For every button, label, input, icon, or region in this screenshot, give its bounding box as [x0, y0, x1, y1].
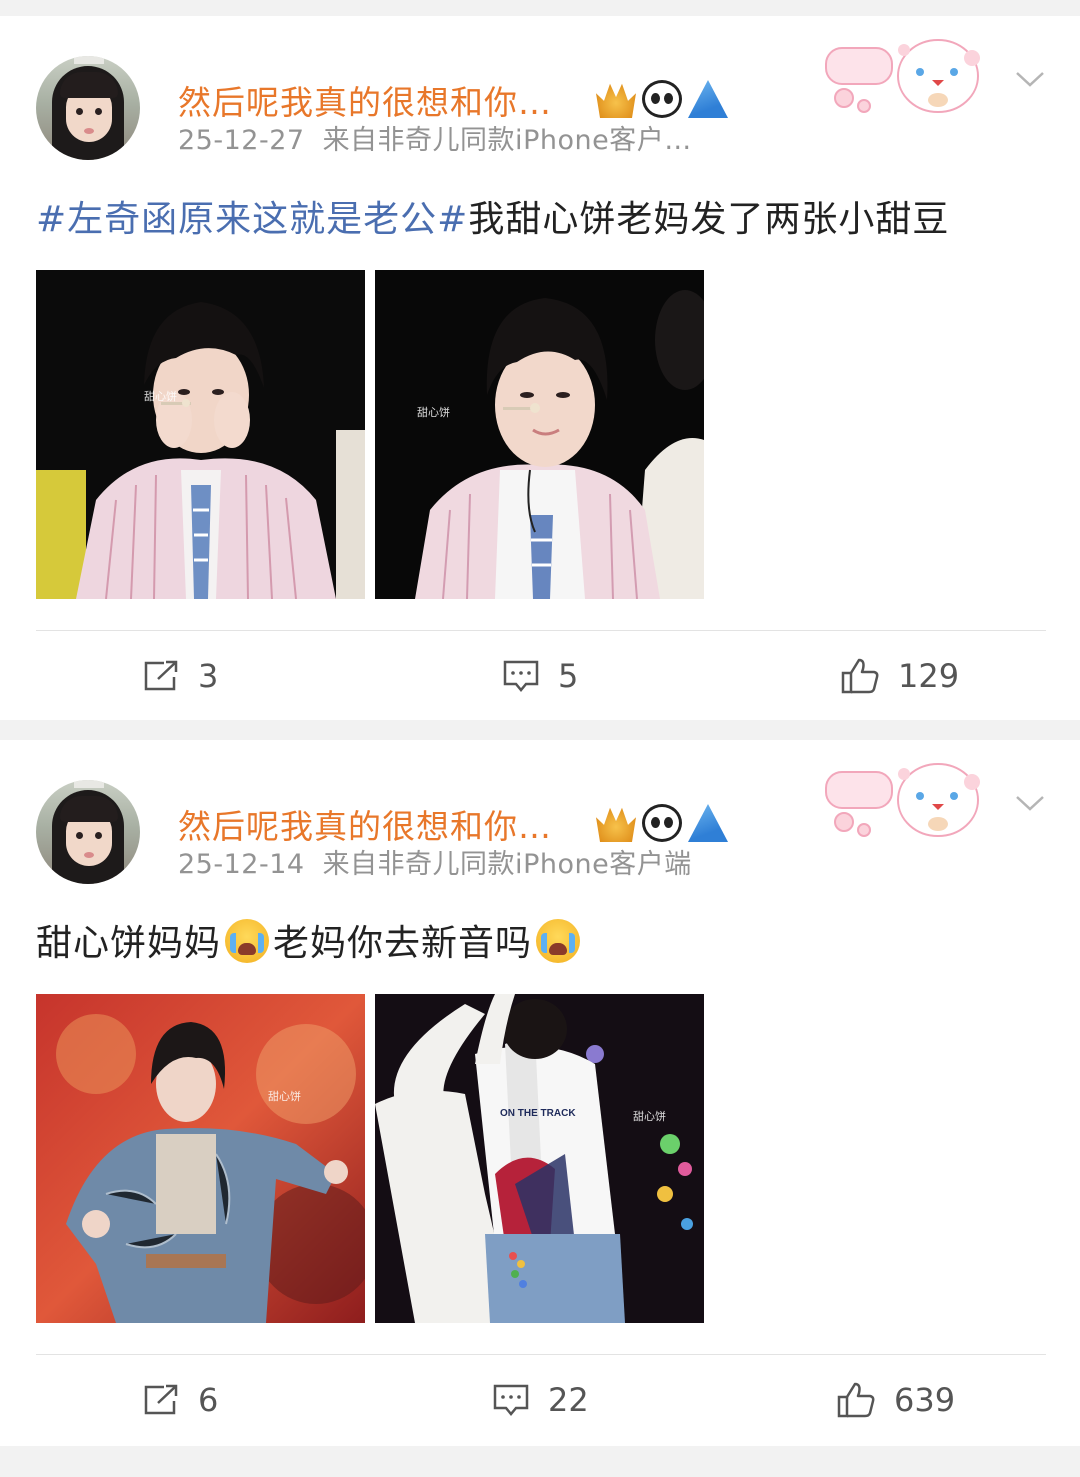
share-icon	[144, 660, 178, 691]
like-button[interactable]: 129	[840, 656, 959, 696]
chevron-down-icon[interactable]	[1014, 792, 1046, 816]
post-source: 来自非奇儿同款iPhone客户…	[322, 125, 692, 156]
post-date: 25-12-27	[178, 125, 305, 156]
comment-icon	[503, 660, 539, 692]
crown-badge-icon[interactable]	[596, 807, 636, 842]
post-meta: 25-12-14 来自非奇儿同款iPhone客户端	[178, 842, 692, 881]
post-body: 我甜心饼老妈发了两张小甜豆	[468, 199, 950, 240]
avatar[interactable]	[36, 56, 140, 160]
comment-count: 22	[548, 1381, 589, 1419]
share-count: 3	[198, 657, 219, 695]
post-meta: 25-12-27 来自非奇儿同款iPhone客户…	[178, 118, 692, 157]
panda-badge-icon[interactable]	[642, 804, 682, 842]
divider	[36, 630, 1046, 631]
post-photo[interactable]: 甜心饼	[36, 270, 365, 599]
decorative-sticker-icon	[825, 39, 980, 113]
decorative-sticker-icon	[825, 763, 980, 837]
comment-icon	[493, 1384, 529, 1416]
post-card: 然后呢我真的很想和你… 25-12-27 来自非奇儿同款iPhone客户… #左奇…	[0, 16, 1080, 720]
post-card: 然后呢我真的很想和你… 25-12-14 来自非奇儿同款iPhone客户端 甜心饼…	[0, 740, 1080, 1446]
share-button[interactable]: 6	[142, 1380, 218, 1420]
like-icon	[841, 658, 879, 694]
user-badges	[596, 804, 728, 842]
share-button[interactable]: 3	[142, 656, 218, 696]
jersey-print-text: ON THE TRACK	[500, 1108, 576, 1119]
panda-badge-icon[interactable]	[642, 80, 682, 118]
like-button[interactable]: 639	[836, 1380, 955, 1420]
post-photo[interactable]: 甜心饼	[375, 270, 704, 599]
post-photo[interactable]: 甜心饼	[36, 994, 365, 1323]
post-body: 老妈你去新音吗	[273, 923, 533, 964]
comment-button[interactable]: 22	[492, 1380, 589, 1420]
user-badges	[596, 80, 728, 118]
like-count: 639	[894, 1381, 956, 1419]
username[interactable]: 然后呢我真的很想和你…	[178, 76, 552, 124]
like-count: 129	[898, 657, 960, 695]
post-body: 甜心饼妈妈	[36, 923, 222, 964]
share-count: 6	[198, 1381, 219, 1419]
divider	[36, 1354, 1046, 1355]
like-icon	[837, 1382, 875, 1418]
crying-emoji-icon	[536, 919, 581, 963]
shark-badge-icon[interactable]	[688, 80, 728, 118]
shark-badge-icon[interactable]	[688, 804, 728, 842]
post-photo[interactable]: ON THE TRACK 甜心饼	[375, 994, 704, 1323]
comment-count: 5	[558, 657, 579, 695]
crown-badge-icon[interactable]	[596, 83, 636, 118]
chevron-down-icon[interactable]	[1014, 68, 1046, 92]
username[interactable]: 然后呢我真的很想和你…	[178, 800, 552, 848]
comment-button[interactable]: 5	[502, 656, 578, 696]
hashtag-link[interactable]: #左奇函原来这就是老公#	[36, 199, 468, 240]
post-text: #左奇函原来这就是老公#我甜心饼老妈发了两张小甜豆	[36, 190, 949, 242]
crying-emoji-icon	[225, 919, 270, 963]
post-text: 甜心饼妈妈 老妈你去新音吗	[36, 914, 584, 966]
post-source: 来自非奇儿同款iPhone客户端	[322, 849, 692, 880]
share-icon	[144, 1384, 178, 1415]
avatar[interactable]	[36, 780, 140, 884]
post-date: 25-12-14	[178, 849, 305, 880]
